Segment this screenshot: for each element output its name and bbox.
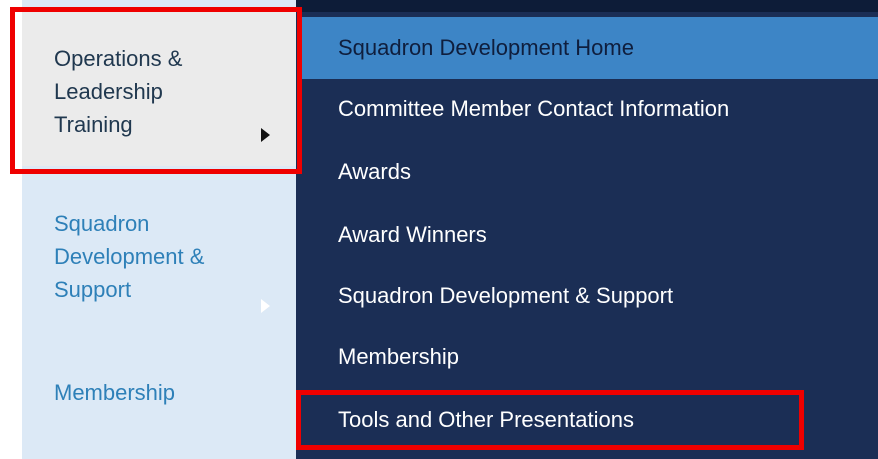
- submenu-arrow-icon: [261, 299, 270, 313]
- submenu-item-label: Awards: [338, 159, 411, 184]
- left-nav-item-operations-leadership-training[interactable]: Operations & Leadership Training: [22, 8, 296, 166]
- submenu-arrow-icon: [261, 128, 270, 142]
- submenu-top-border: [296, 0, 878, 12]
- submenu-item-label: Tools and Other Presentations: [338, 407, 634, 432]
- submenu-item-membership[interactable]: Membership: [296, 326, 878, 388]
- left-nav-item-label: Operations & Leadership Training: [54, 46, 183, 137]
- submenu-item-label: Membership: [338, 344, 460, 369]
- submenu-item-squadron-development-home[interactable]: Squadron Development Home: [300, 17, 878, 79]
- submenu-item-label: Award Winners: [338, 222, 487, 247]
- flyout-submenu: Squadron Development Home Committee Memb…: [296, 0, 878, 459]
- submenu-item-awards[interactable]: Awards: [296, 141, 878, 203]
- submenu-item-committee-member-contact-information[interactable]: Committee Member Contact Information: [296, 78, 878, 140]
- submenu-item-award-winners[interactable]: Award Winners: [296, 204, 878, 266]
- navigation-screenshot: Operations & Leadership Training Squadro…: [0, 0, 878, 459]
- left-nav-item-membership[interactable]: Membership: [22, 374, 296, 414]
- submenu-item-squadron-development-support[interactable]: Squadron Development & Support: [296, 265, 878, 327]
- submenu-item-label: Squadron Development Home: [338, 35, 634, 60]
- left-nav-menu: Operations & Leadership Training Squadro…: [22, 0, 296, 459]
- submenu-item-label: Squadron Development & Support: [338, 283, 674, 308]
- left-nav-item-label: Membership: [54, 380, 176, 405]
- submenu-item-label: Committee Member Contact Information: [338, 96, 730, 121]
- left-nav-item-label: Squadron Development & Support: [54, 211, 205, 302]
- submenu-item-tools-and-other-presentations[interactable]: Tools and Other Presentations: [296, 389, 878, 451]
- left-nav-item-squadron-development-support[interactable]: Squadron Development & Support: [22, 204, 296, 334]
